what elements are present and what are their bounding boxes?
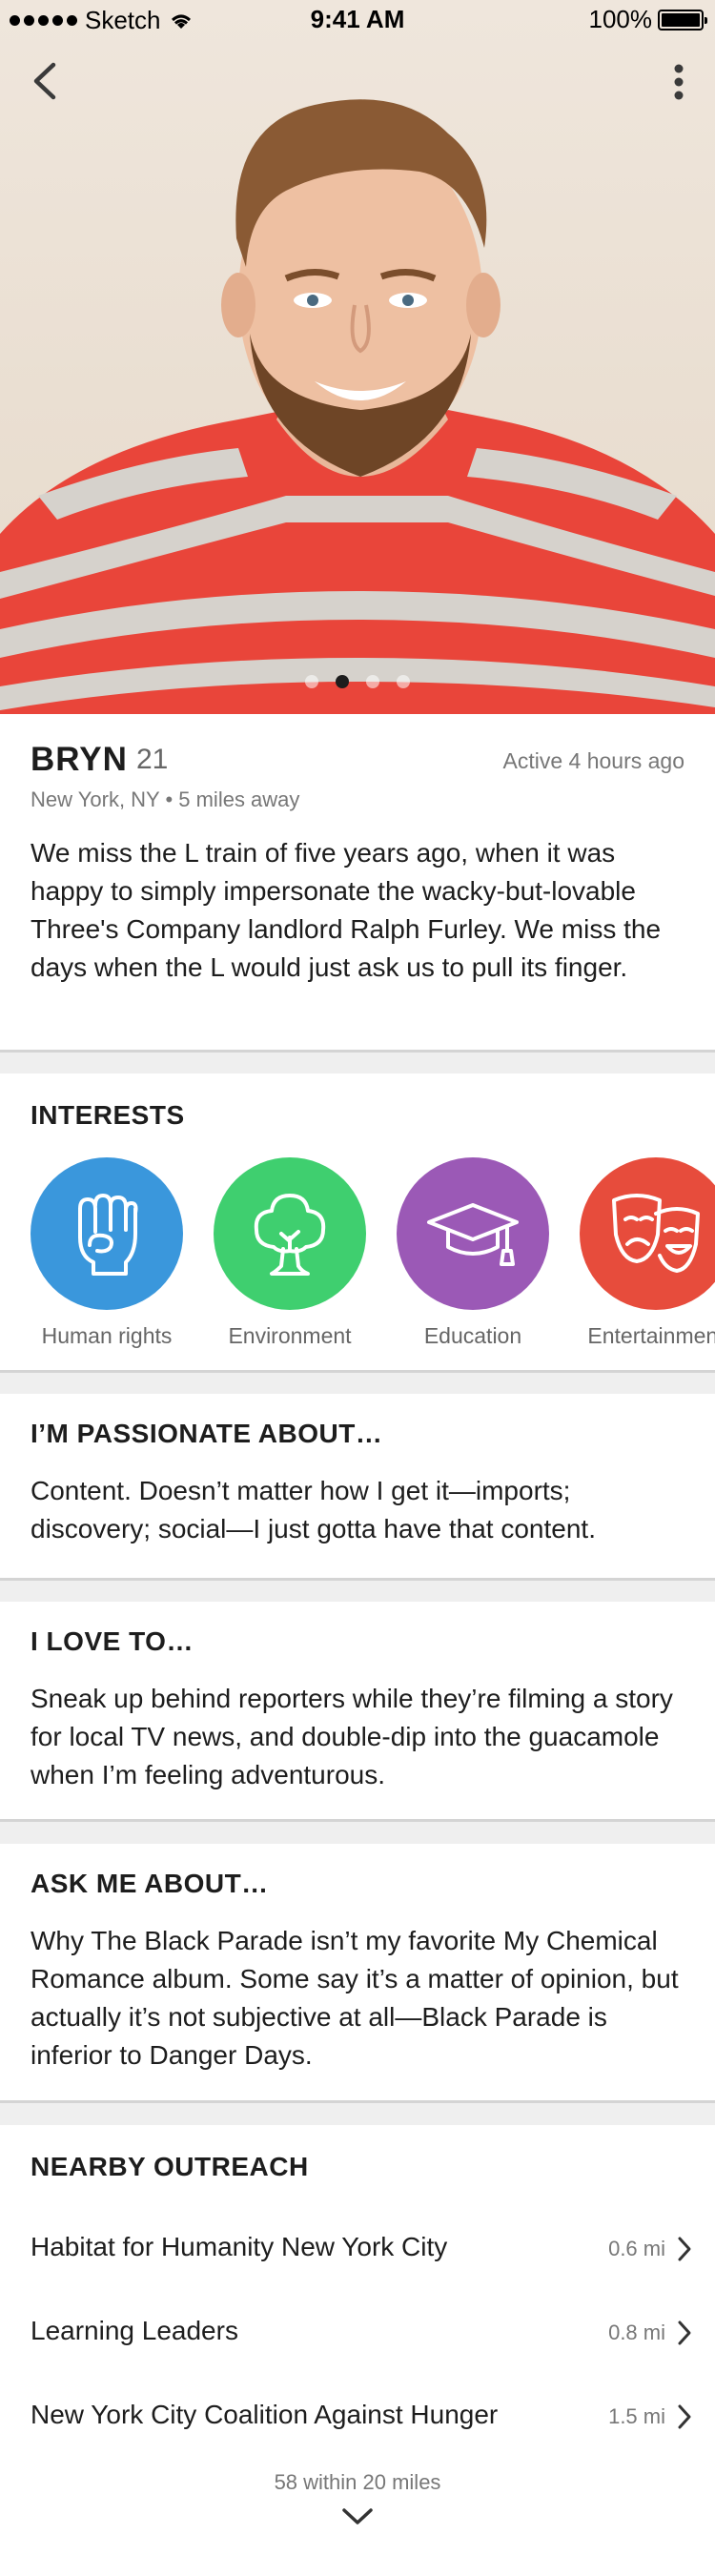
passionate-text: Content. Doesn’t matter how I get it—imp… <box>31 1476 596 1544</box>
photo-pager[interactable] <box>0 675 715 688</box>
status-bar: Sketch 9:41 AM 100% <box>0 0 715 38</box>
interests-title: INTERESTS <box>31 1100 185 1130</box>
outreach-item-name: Learning Leaders <box>31 2316 238 2345</box>
pager-dot[interactable] <box>397 675 410 688</box>
profile-name: BRYN <box>31 741 128 778</box>
battery-icon <box>658 9 707 31</box>
interest-environment[interactable]: Environment <box>204 1157 376 1349</box>
interest-entertainment[interactable]: Entertainment <box>570 1157 715 1349</box>
interests-section: INTERESTS Human rights Environment Educa… <box>0 1073 715 1373</box>
interest-label: Human rights <box>41 1323 173 1348</box>
interest-education[interactable]: Education <box>387 1157 559 1349</box>
profile-photo-image <box>0 99 715 714</box>
battery-percent: 100% <box>588 5 653 33</box>
outreach-item[interactable]: Habitat for Humanity New York City 0.6 m… <box>0 2211 715 2287</box>
more-options-icon[interactable] <box>662 59 696 107</box>
love-to-section: I LOVE TO… Sneak up behind reporters whi… <box>0 1602 715 1822</box>
love-to-title: I LOVE TO… <box>31 1626 194 1656</box>
outreach-item-name: New York City Coalition Against Hunger <box>31 2400 499 2429</box>
passionate-about-section: I’M PASSIONATE ABOUT… Content. Doesn’t m… <box>0 1394 715 1581</box>
raised-fist-icon <box>31 1157 183 1310</box>
outreach-item[interactable]: Learning Leaders 0.8 mi <box>0 2295 715 2371</box>
interest-label: Environment <box>228 1323 352 1348</box>
outreach-item-distance: 0.8 mi <box>608 2320 665 2344</box>
ask-me-about-section: ASK ME ABOUT… Why The Black Parade isn’t… <box>0 1844 715 2103</box>
battery-status: 100% <box>588 5 707 34</box>
ask-me-text: Why The Black Parade isn’t my favorite M… <box>31 1926 679 2070</box>
interest-label: Education <box>423 1323 522 1348</box>
chevron-right-icon <box>678 2404 691 2429</box>
outreach-item-name: Habitat for Humanity New York City <box>31 2232 448 2261</box>
ask-me-title: ASK ME ABOUT… <box>31 1869 269 1898</box>
graduation-cap-icon <box>397 1157 549 1310</box>
outreach-summary: 58 within 20 miles <box>274 2470 441 2494</box>
outreach-item-distance: 0.6 mi <box>608 2237 665 2260</box>
nearby-outreach-section: NEARBY OUTREACH Habitat for Humanity New… <box>0 2125 715 2576</box>
profile-bio: We miss the L train of five years ago, w… <box>31 838 662 982</box>
pager-dot[interactable] <box>366 675 379 688</box>
last-active: Active 4 hours ago <box>502 748 684 773</box>
outreach-item-distance: 1.5 mi <box>608 2404 665 2428</box>
profile-age: 21 <box>136 744 169 775</box>
chevron-right-icon <box>678 2237 691 2261</box>
profile-summary: BRYN 21 Active 4 hours ago New York, NY … <box>0 714 715 1053</box>
chevron-right-icon <box>678 2320 691 2345</box>
profile-photo[interactable]: Sketch 9:41 AM 100% <box>0 0 715 714</box>
profile-location: New York, NY • 5 miles away <box>31 787 300 811</box>
outreach-title: NEARBY OUTREACH <box>31 2152 309 2181</box>
love-to-text: Sneak up behind reporters while they’re … <box>31 1684 673 1789</box>
interest-label: Entertainment <box>587 1323 715 1348</box>
pager-dot[interactable] <box>305 675 318 688</box>
chevron-down-icon[interactable] <box>340 2506 375 2527</box>
pager-dot-active[interactable] <box>336 675 349 688</box>
tree-icon <box>214 1157 366 1310</box>
outreach-item[interactable]: New York City Coalition Against Hunger 1… <box>0 2379 715 2455</box>
interest-human-rights[interactable]: Human rights <box>21 1157 193 1349</box>
theater-masks-icon <box>580 1157 715 1310</box>
back-chevron-icon[interactable] <box>25 57 67 105</box>
passionate-title: I’M PASSIONATE ABOUT… <box>31 1419 383 1448</box>
